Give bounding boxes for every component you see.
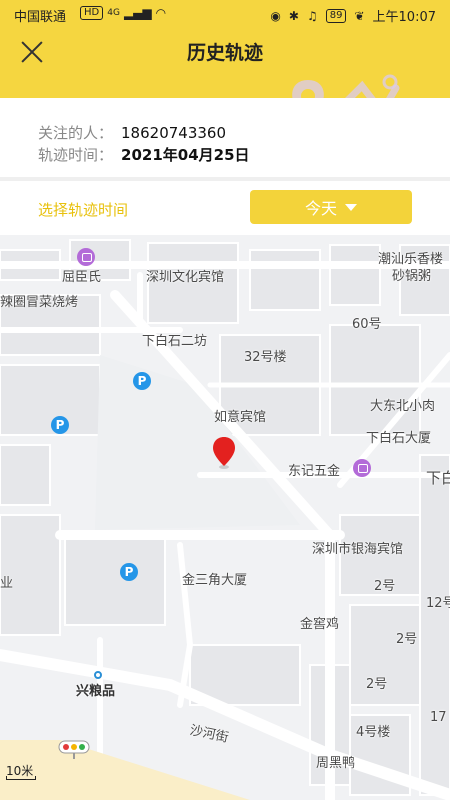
info-card: 关注的人： 18620743360 轨迹时间： 2021年04月25日 bbox=[0, 98, 450, 178]
map-label: 17 bbox=[430, 710, 447, 725]
map-label: 东记五金 bbox=[288, 464, 341, 479]
date-row: 轨迹时间： 2021年04月25日 bbox=[38, 144, 250, 165]
status-right: ◉ ✱ ♫ 89 ❦ 上午10:07 bbox=[270, 6, 436, 25]
map-label: 下白 bbox=[426, 469, 450, 487]
hd-badge: HD bbox=[80, 6, 104, 20]
wifi-icon: ◠ bbox=[155, 6, 167, 20]
route-decoration-icon bbox=[292, 74, 400, 98]
map-label: 4号楼 bbox=[356, 725, 391, 740]
map-label: 60号 bbox=[352, 317, 382, 332]
select-time-label: 选择轨迹时间 bbox=[38, 201, 129, 219]
map-view[interactable]: P P P 屈臣氏 深圳文化宾馆 潮汕乐香楼 砂锅粥 辣圈冒菜烧烤 60号 下白… bbox=[0, 235, 450, 800]
map-label: 大东北小肉 bbox=[370, 399, 436, 414]
eye-icon: ◉ bbox=[270, 8, 281, 23]
parking-icon[interactable]: P bbox=[51, 416, 69, 434]
map-label: 下白石二坊 bbox=[142, 334, 208, 349]
signal-icon: ▂▄▆ bbox=[123, 6, 152, 20]
shopping-poi-icon[interactable] bbox=[77, 248, 95, 266]
follower-value: 18620743360 bbox=[121, 124, 226, 142]
battery-level: 89 bbox=[325, 8, 347, 23]
map-label: 屈臣氏 bbox=[62, 270, 102, 285]
map-label: 32号楼 bbox=[244, 350, 287, 365]
map-scale-bar bbox=[6, 776, 36, 780]
map-label: 2号 bbox=[396, 632, 418, 647]
day-dropdown-value: 今天 bbox=[304, 199, 337, 218]
map-label: 2号 bbox=[374, 579, 396, 594]
date-value: 2021年04月25日 bbox=[121, 146, 250, 164]
parking-icon[interactable]: P bbox=[120, 563, 138, 581]
parking-icon[interactable]: P bbox=[133, 372, 151, 390]
map-label: 周黑鸭 bbox=[316, 756, 356, 771]
map-label: 下白石大厦 bbox=[366, 431, 432, 446]
clock: 上午10:07 bbox=[372, 10, 436, 25]
location-pin-icon[interactable] bbox=[212, 436, 236, 470]
map-label: 砂锅粥 bbox=[392, 269, 432, 284]
map-label: 兴粮品 bbox=[76, 684, 116, 699]
network-indicators: HD 4G ▂▄▆ ◠ bbox=[80, 6, 166, 20]
bluetooth-icon: ✱ bbox=[288, 8, 299, 23]
time-selector-row: 选择轨迹时间 今天 bbox=[0, 181, 450, 235]
app-screen: 中国联通 HD 4G ▂▄▆ ◠ ◉ ✱ ♫ 89 ❦ 上午10:07 历史轨迹 bbox=[0, 0, 450, 800]
map-label: 深圳市银海宾馆 bbox=[312, 542, 404, 557]
header-bar: 中国联通 HD 4G ▂▄▆ ◠ ◉ ✱ ♫ 89 ❦ 上午10:07 历史轨迹 bbox=[0, 0, 450, 98]
page-title: 历史轨迹 bbox=[186, 42, 263, 64]
leaf-icon: ❦ bbox=[354, 8, 365, 23]
map-label: 金窖鸡 bbox=[300, 617, 340, 632]
carrier-name: 中国联通 bbox=[14, 10, 67, 25]
traffic-light-icon[interactable] bbox=[58, 740, 90, 760]
day-dropdown[interactable]: 今天 bbox=[250, 190, 412, 224]
map-label: 12号 bbox=[426, 596, 450, 611]
map-base bbox=[0, 235, 450, 800]
map-label: 辣圈冒菜烧烤 bbox=[0, 295, 79, 310]
map-label: 业 bbox=[0, 576, 14, 591]
date-label: 轨迹时间： bbox=[38, 146, 114, 164]
follower-label: 关注的人： bbox=[38, 124, 114, 142]
map-label: 金三角大厦 bbox=[182, 573, 248, 588]
network-type: 4G bbox=[107, 8, 120, 18]
shopping-poi-icon[interactable] bbox=[353, 459, 371, 477]
map-label: 2号 bbox=[366, 677, 388, 692]
map-label: 如意宾馆 bbox=[214, 410, 267, 425]
map-label: 深圳文化宾馆 bbox=[146, 270, 225, 285]
follower-row: 关注的人： 18620743360 bbox=[38, 122, 226, 143]
bus-stop-icon[interactable] bbox=[94, 671, 102, 679]
mute-icon: ♫ bbox=[306, 8, 318, 23]
status-bar: 中国联通 HD 4G ▂▄▆ ◠ ◉ ✱ ♫ 89 ❦ 上午10:07 bbox=[0, 0, 450, 28]
chevron-down-icon bbox=[345, 203, 357, 211]
